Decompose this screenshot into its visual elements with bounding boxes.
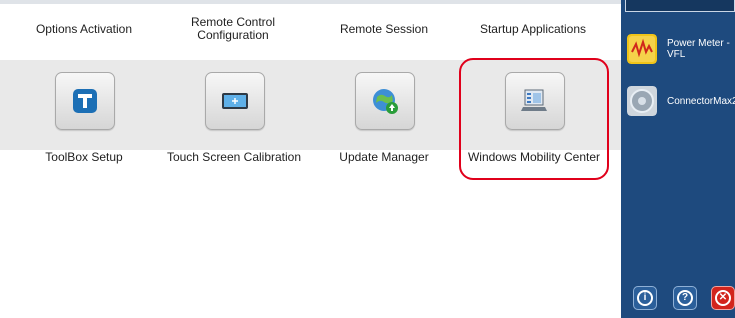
- power-meter-line2: VFL: [667, 49, 686, 60]
- power-meter-line1: Power Meter -: [667, 38, 730, 49]
- update-manager-icon: [373, 89, 398, 114]
- options-activation-label[interactable]: Options Activation: [9, 23, 159, 36]
- close-button[interactable]: ✕: [711, 286, 735, 310]
- sidebar: Power Meter - VFL ConnectorMax2 i ? ✕: [621, 0, 735, 318]
- connectormax-icon: [627, 86, 657, 116]
- toolbox-setup-button[interactable]: [55, 72, 115, 130]
- update-manager-button[interactable]: [355, 72, 415, 130]
- sidebar-app-connectormax[interactable]: ConnectorMax2: [627, 86, 735, 122]
- update-manager-label[interactable]: Update Manager: [304, 150, 464, 164]
- info-icon: i: [637, 290, 653, 306]
- toolbox-setup-icon: [73, 89, 97, 113]
- highlight-outline: [459, 58, 609, 180]
- help-icon: ?: [677, 290, 693, 306]
- info-button[interactable]: i: [633, 286, 657, 310]
- remote-control-line2: Configuration: [197, 28, 269, 42]
- sidebar-top-bar: [625, 0, 735, 12]
- power-meter-icon: [627, 34, 657, 64]
- touch-screen-calibration-button[interactable]: [205, 72, 265, 130]
- power-meter-name: Power Meter - VFL: [667, 38, 730, 60]
- remote-session-label[interactable]: Remote Session: [309, 23, 459, 36]
- toolbox-setup-label[interactable]: ToolBox Setup: [4, 150, 164, 164]
- connectormax-name: ConnectorMax2: [667, 96, 735, 107]
- remote-control-configuration-label[interactable]: Remote Control Configuration: [158, 16, 308, 42]
- startup-applications-label[interactable]: Startup Applications: [458, 23, 608, 36]
- sidebar-app-power-meter[interactable]: Power Meter - VFL: [627, 34, 735, 70]
- settings-panel: Options Activation Remote Control Config…: [0, 0, 621, 318]
- touch-screen-calibration-icon: [222, 93, 248, 109]
- top-row: Options Activation Remote Control Config…: [0, 0, 621, 60]
- help-button[interactable]: ?: [673, 286, 697, 310]
- close-icon: ✕: [715, 290, 731, 306]
- touch-screen-calibration-label[interactable]: Touch Screen Calibration: [154, 150, 314, 164]
